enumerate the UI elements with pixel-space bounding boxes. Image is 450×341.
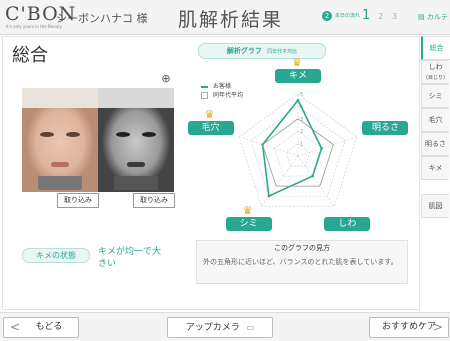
crown-icon: ♛ bbox=[292, 56, 302, 69]
step-label: 本日の流れ bbox=[335, 13, 361, 19]
side-tab-wrinkles-label: しわ bbox=[428, 63, 443, 71]
page-title: 肌解析結果 bbox=[178, 9, 284, 31]
back-label: もどる bbox=[35, 322, 63, 332]
side-tab-texture[interactable]: キメ bbox=[421, 156, 449, 180]
kime-status-result: キメが均一で大きい bbox=[98, 247, 162, 269]
step-3[interactable]: 3 bbox=[392, 12, 397, 21]
recommend-care-button[interactable]: おすすめケア > bbox=[369, 317, 449, 338]
step-2[interactable]: 2 bbox=[378, 12, 383, 21]
radar-label-wrinkles: しわ bbox=[324, 216, 371, 231]
radar-point-customer bbox=[296, 98, 300, 102]
app-header: C'BON It's only yours in the Beauty シーボン… bbox=[0, 0, 450, 35]
radar-series-customer bbox=[261, 98, 323, 198]
section-title: 総合 bbox=[12, 45, 48, 66]
chin-rest bbox=[114, 176, 158, 190]
crown-icon: ♛ bbox=[204, 107, 215, 121]
customer-name: シーボンハナコ 様 bbox=[56, 12, 148, 25]
mouth bbox=[127, 162, 145, 167]
up-camera-button[interactable]: アップカメラ ▭ bbox=[167, 317, 273, 338]
face-photo-analysis[interactable] bbox=[98, 88, 174, 192]
side-tab-wrinkles[interactable]: しわ (目じり) bbox=[421, 60, 449, 84]
zoom-in-icon[interactable]: ⊕ bbox=[160, 73, 172, 85]
crown-icon: ♛ bbox=[242, 203, 253, 217]
graph-title: 解析グラフ bbox=[226, 47, 262, 55]
right-eye bbox=[142, 132, 156, 137]
graph-header: 解析グラフ 同年代平均比 bbox=[198, 43, 326, 59]
back-button[interactable]: < もどる bbox=[3, 317, 79, 338]
side-tab-skin-map[interactable]: 肌図 bbox=[421, 194, 449, 218]
radar-scale-label: 1 bbox=[300, 142, 303, 148]
chin-rest bbox=[38, 176, 82, 190]
radar-label-pores: 毛穴 bbox=[187, 120, 234, 135]
face-photo-color[interactable] bbox=[22, 88, 98, 192]
radar-label-spots: シミ bbox=[225, 216, 272, 231]
side-tab-spots[interactable]: シミ bbox=[421, 84, 449, 108]
import-color-button[interactable]: 取り込み bbox=[57, 193, 99, 208]
up-camera-label: アップカメラ bbox=[185, 323, 240, 333]
left-eye bbox=[40, 132, 54, 137]
graph-explanation: このグラフの見方 外の五角形に近いほど、バランスのとれた肌を表しています。 bbox=[196, 240, 408, 284]
side-tab-wrinkles-sub: (目じり) bbox=[426, 75, 445, 81]
brand-tagline: It's only yours in the Beauty bbox=[6, 24, 63, 29]
side-tab-brightness[interactable]: 明るさ bbox=[421, 132, 449, 156]
side-tab-pores[interactable]: 毛穴 bbox=[421, 108, 449, 132]
right-eye bbox=[66, 132, 80, 137]
radar-spoke bbox=[238, 136, 299, 157]
radar-point-customer bbox=[311, 174, 314, 178]
hairband bbox=[22, 88, 98, 108]
radar-grid-ring bbox=[238, 93, 358, 207]
step-indicator-icon: 2 bbox=[322, 11, 332, 21]
radar-point-customer bbox=[320, 147, 323, 150]
radar-scale-label: 2 bbox=[300, 129, 303, 135]
chevron-left-icon: < bbox=[10, 320, 21, 334]
recommend-label: おすすめケア bbox=[381, 322, 436, 332]
graph-subtitle: 同年代平均比 bbox=[267, 49, 298, 55]
radar-label-kime: キメ bbox=[275, 69, 321, 83]
radar-point-customer bbox=[267, 194, 271, 198]
camera-icon: ▭ bbox=[246, 323, 255, 332]
radar-scale-label: 5 bbox=[300, 92, 303, 98]
radar-chart: 12345 bbox=[238, 92, 358, 207]
kime-status-badge: キメの状態 bbox=[22, 248, 90, 263]
explanation-body: 外の五角形に近いほど、バランスのとれた肌を表しています。 bbox=[203, 258, 398, 266]
import-analysis-button[interactable]: 取り込み bbox=[133, 193, 175, 208]
side-tab-overall[interactable]: 総合 bbox=[421, 36, 450, 60]
explanation-title: このグラフの見方 bbox=[274, 244, 330, 252]
mouth bbox=[51, 162, 69, 167]
karte-link[interactable]: ▤ カルテ bbox=[418, 12, 448, 22]
hairband bbox=[98, 88, 174, 108]
left-eye bbox=[116, 132, 130, 137]
footer-bar: < もどる アップカメラ ▭ おすすめケア > bbox=[0, 312, 450, 341]
chevron-right-icon: > bbox=[432, 320, 443, 334]
radar-label-brightness: 明るさ bbox=[362, 120, 409, 135]
step-1[interactable]: 1 bbox=[362, 8, 370, 23]
radar-spoke bbox=[297, 136, 358, 157]
karte-label: カルテ bbox=[426, 13, 448, 21]
